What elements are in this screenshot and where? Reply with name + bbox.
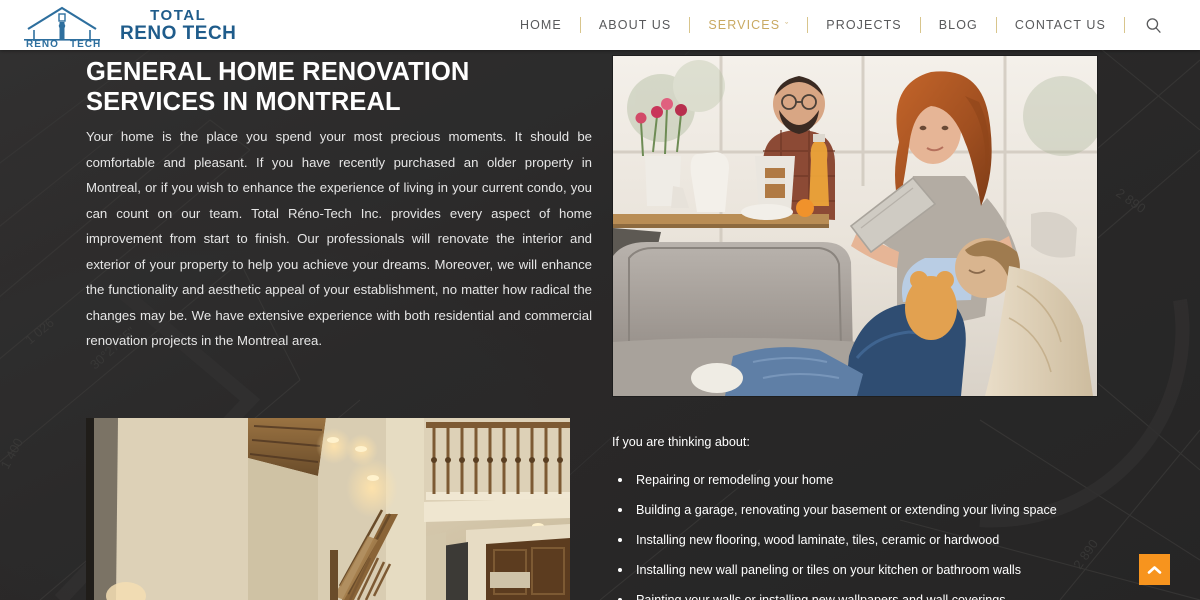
- house-logo-icon: RENO TECH: [14, 3, 110, 50]
- svg-text:RENO: RENO: [26, 39, 59, 47]
- logo[interactable]: RENO TECH TOTAL RENO TECH: [14, 3, 236, 50]
- svg-text:TECH: TECH: [70, 39, 101, 47]
- search-icon[interactable]: [1125, 17, 1174, 34]
- page-content: GENERAL HOME RENOVATION SERVICES IN MONT…: [0, 0, 1200, 600]
- list-item: Building a garage, renovating your basem…: [612, 502, 1082, 519]
- nav-item-blog[interactable]: BLOG: [921, 18, 996, 32]
- nav-item-projects[interactable]: PROJECTS: [808, 18, 919, 32]
- scroll-to-top-button[interactable]: [1139, 554, 1170, 585]
- primary-navigation: HOME ABOUT US SERVICES ˇ PROJECTS BLOG C…: [502, 0, 1174, 50]
- services-list-block: If you are thinking about: Repairing or …: [612, 434, 1082, 600]
- hero-family-photo: [612, 55, 1098, 397]
- nav-item-about-us[interactable]: ABOUT US: [581, 18, 689, 32]
- nav-item-contact-us[interactable]: CONTACT US: [997, 18, 1124, 32]
- page-title: GENERAL HOME RENOVATION SERVICES IN MONT…: [86, 58, 470, 116]
- list-item: Installing new flooring, wood laminate, …: [612, 532, 1082, 549]
- chevron-down-icon: ˇ: [785, 20, 790, 31]
- list-item: Installing new wall paneling or tiles on…: [612, 562, 1082, 579]
- brand-line-1: TOTAL: [150, 6, 207, 24]
- nav-item-home[interactable]: HOME: [502, 18, 580, 32]
- site-header: RENO TECH TOTAL RENO TECH HOME ABOUT US …: [0, 0, 1200, 50]
- interior-staircase-photo: [86, 418, 570, 600]
- services-list: Repairing or remodeling your home Buildi…: [612, 472, 1082, 600]
- brand-line-2: RENO TECH: [120, 22, 237, 44]
- chevron-up-icon: [1147, 565, 1162, 574]
- brand-wordmark: TOTAL RENO TECH: [120, 8, 236, 43]
- intro-paragraph: Your home is the place you spend your mo…: [86, 129, 592, 348]
- list-intro-text: If you are thinking about:: [612, 435, 750, 449]
- nav-item-services[interactable]: SERVICES ˇ: [690, 18, 807, 32]
- list-item: Repairing or remodeling your home: [612, 472, 1082, 489]
- nav-item-services-label: SERVICES: [708, 18, 781, 32]
- list-item: Painting your walls or installing new wa…: [612, 592, 1082, 600]
